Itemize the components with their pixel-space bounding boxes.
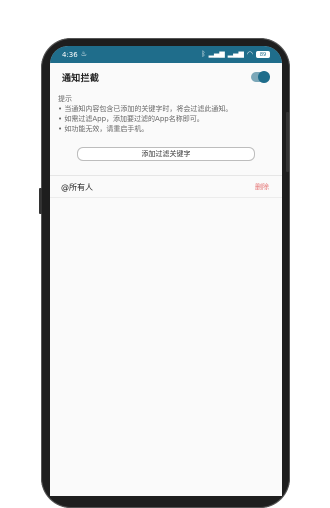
delete-keyword-button[interactable]: 删除 — [255, 182, 269, 192]
app-header: 通知拦截 — [50, 66, 282, 88]
battery-icon: 89 — [256, 51, 270, 58]
status-bar: 4:36 ♨ ᛒ ▂▄▆ ▂▄▆ ◠ 89 — [50, 46, 282, 63]
page-title: 通知拦截 — [62, 73, 100, 84]
keyword-text: @所有人 — [61, 182, 93, 192]
hint-line-2: • 如需过滤App，添加要过滤的App名称即可。 — [58, 115, 204, 123]
signal-icon-2: ▂▄▆ — [227, 50, 244, 58]
volume-button — [286, 112, 289, 172]
wifi-icon: ◠ — [246, 50, 253, 58]
row-divider — [50, 197, 282, 198]
bluetooth-icon: ᛒ — [201, 50, 206, 58]
notification-icon: ♨ — [80, 50, 88, 58]
hint-line-1: • 当通知内容包含已添加的关键字时，将会过滤此通知。 — [58, 105, 233, 113]
hint-title: 提示 — [58, 95, 72, 103]
toggle-knob — [258, 71, 270, 83]
app-screen: 4:36 ♨ ᛒ ▂▄▆ ▂▄▆ ◠ 89 通知拦截 提示 • 当通知内容包含已… — [50, 46, 282, 496]
hint-section: 提示 • 当通知内容包含已添加的关键字时，将会过滤此通知。 • 如需过滤App，… — [50, 88, 282, 134]
keyword-row: @所有人 删除 — [50, 177, 282, 197]
power-button — [39, 188, 42, 214]
hint-line-3: • 如功能无效，请重启手机。 — [58, 125, 149, 133]
status-time: 4:36 — [62, 50, 78, 59]
signal-icon: ▂▄▆ — [208, 50, 225, 58]
divider — [50, 175, 282, 176]
add-keyword-button[interactable]: 添加过滤关键字 — [77, 147, 255, 161]
intercept-toggle[interactable] — [251, 71, 270, 83]
